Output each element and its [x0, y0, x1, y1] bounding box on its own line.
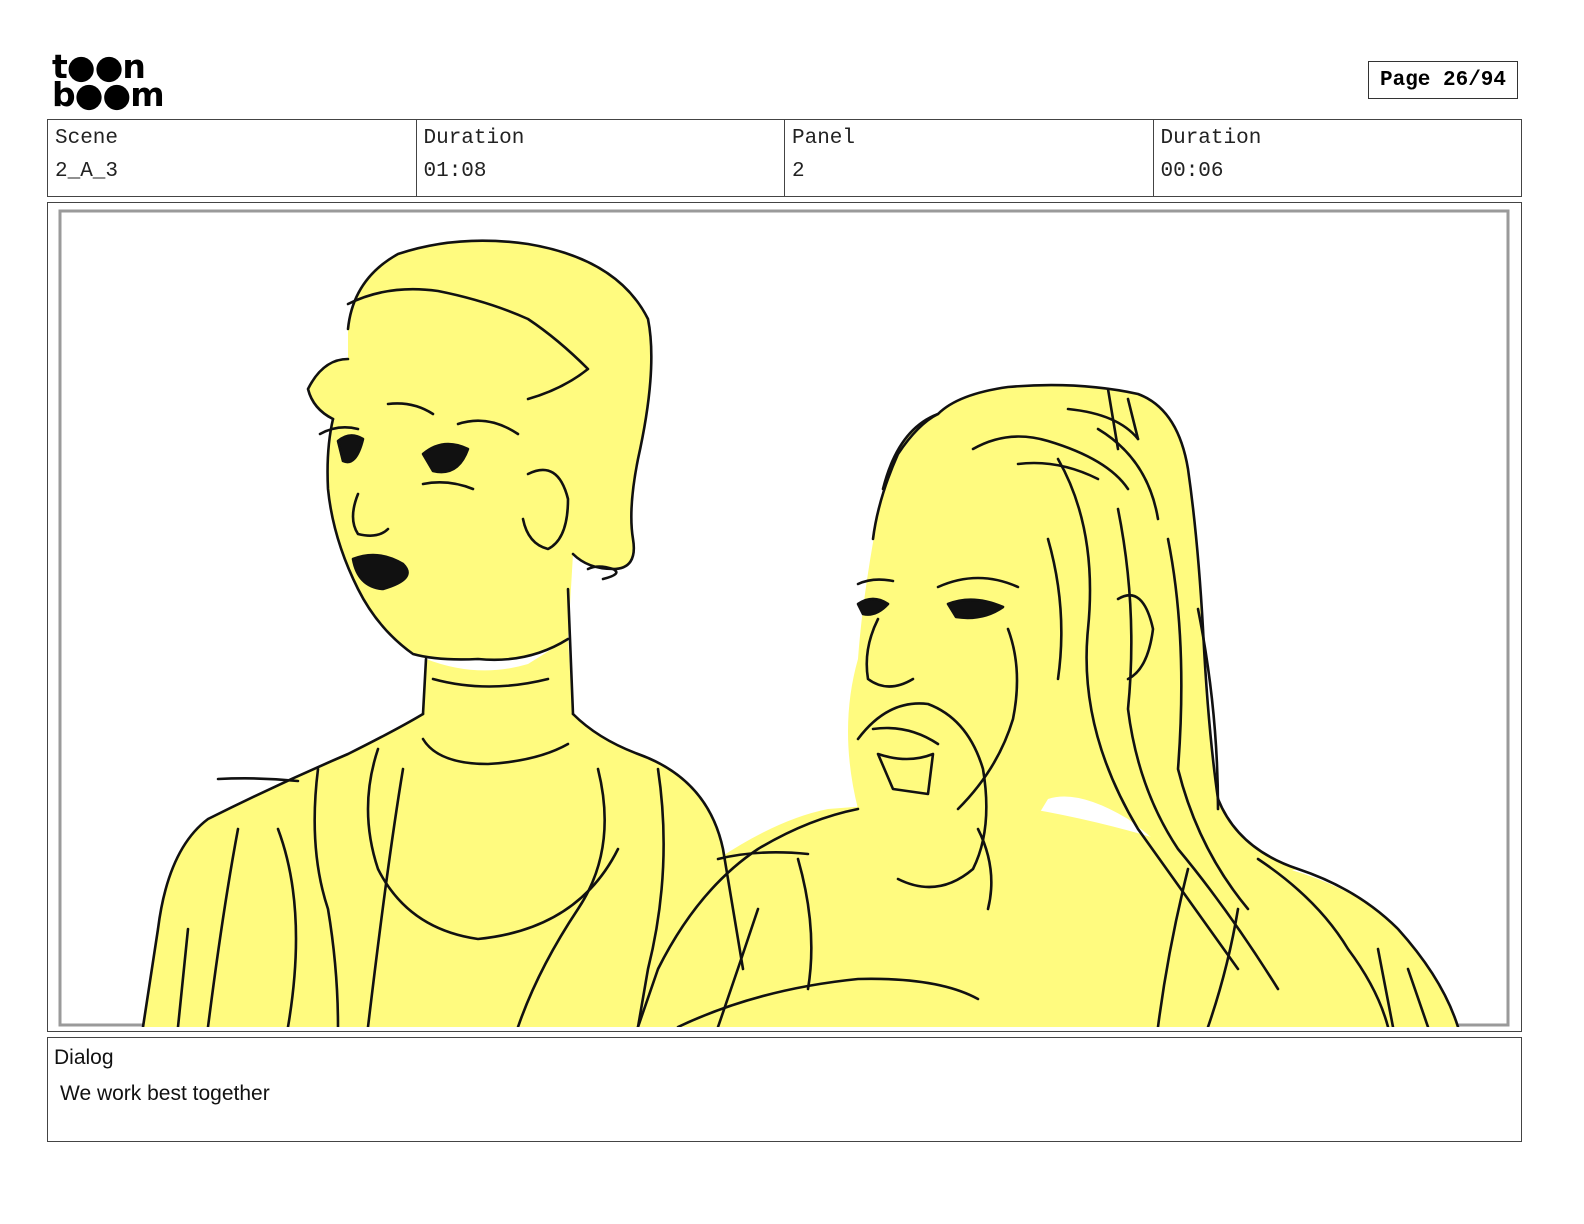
- scene-duration-cell: Duration 01:08: [415, 120, 785, 196]
- scene-cell: Scene 2_A_3: [48, 120, 416, 196]
- logo-line-2: b●●m: [52, 75, 165, 114]
- panel-duration-cell: Duration 00:06: [1152, 120, 1522, 196]
- panel-value: 2: [792, 160, 805, 183]
- panel-info-table: Scene 2_A_3 Duration 01:08 Panel 2 Durat…: [47, 119, 1522, 197]
- panel-duration-value: 00:06: [1160, 160, 1224, 183]
- panel-cell: Panel 2: [784, 120, 1153, 196]
- panel-sketch: [58, 209, 1510, 1027]
- page-counter: Page 26/94: [1368, 61, 1518, 99]
- storyboard-panel: [47, 202, 1522, 1032]
- scene-value: 2_A_3: [55, 160, 119, 183]
- dialog-label: Dialog: [54, 1046, 114, 1069]
- dialog-box: Dialog We work best together: [47, 1037, 1522, 1142]
- scene-label: Scene: [55, 127, 119, 150]
- panel-label: Panel: [792, 127, 856, 150]
- toonboom-logo: t●●n b●●m: [52, 50, 165, 114]
- panel-duration-label: Duration: [1160, 127, 1262, 150]
- dialog-text: We work best together: [60, 1082, 270, 1105]
- scene-duration-label: Duration: [423, 127, 525, 150]
- scene-duration-value: 01:08: [423, 160, 487, 183]
